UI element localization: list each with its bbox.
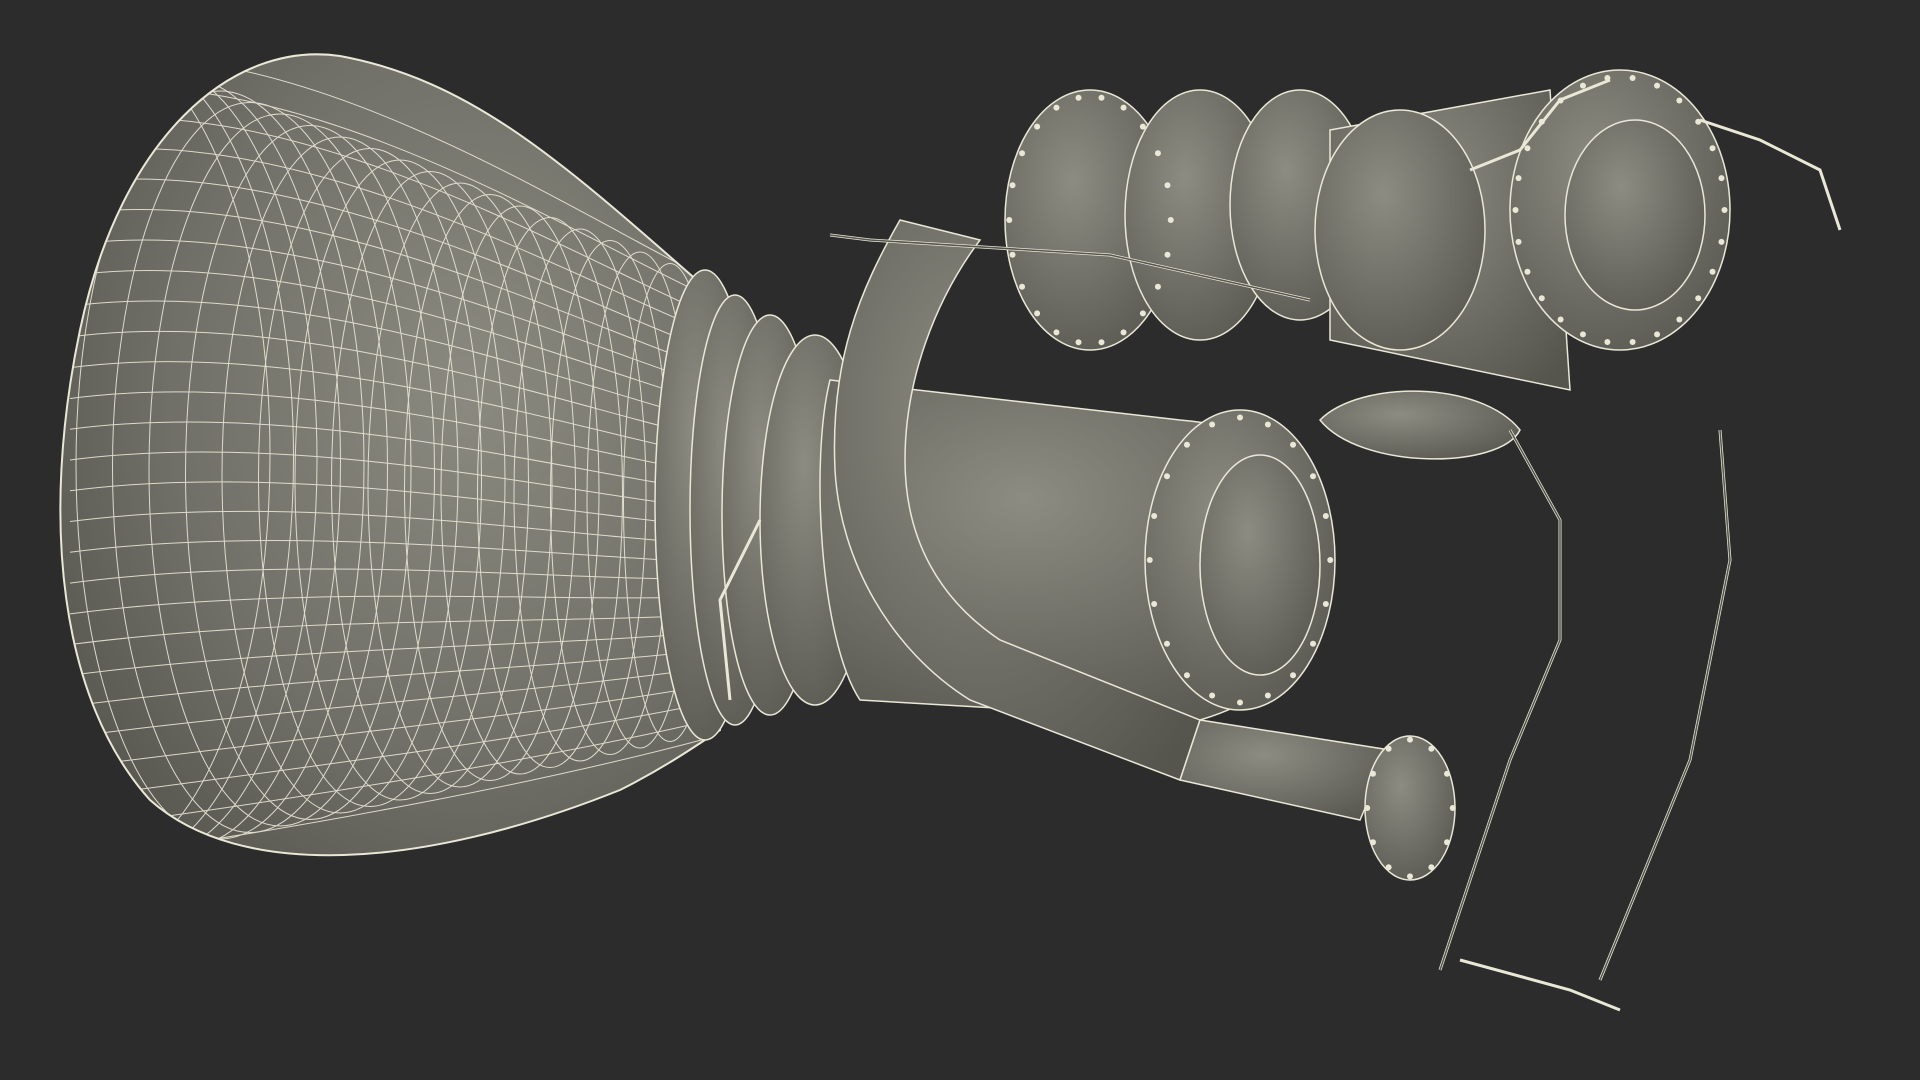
- bolt: [1075, 339, 1082, 346]
- bolt: [1604, 74, 1611, 81]
- bolt: [1515, 175, 1522, 182]
- bolt: [1310, 473, 1317, 480]
- bolt: [1019, 150, 1026, 157]
- bolt: [1163, 640, 1170, 647]
- bolt: [1290, 672, 1297, 679]
- bolt: [1654, 331, 1661, 338]
- bolt: [1167, 217, 1174, 223]
- bolt: [1139, 310, 1146, 317]
- bolt: [1524, 145, 1531, 152]
- bolt: [1721, 207, 1728, 213]
- bolt: [1654, 82, 1661, 89]
- bolt: [1695, 118, 1702, 125]
- bolt: [1120, 329, 1127, 336]
- bolt: [1209, 421, 1216, 428]
- bolt: [1407, 873, 1413, 880]
- bolt: [1009, 251, 1016, 258]
- bolt: [1428, 864, 1435, 871]
- bolt: [1154, 150, 1161, 157]
- bolt: [1718, 238, 1725, 245]
- engine-render: [59, 53, 1842, 1012]
- bolt: [1364, 805, 1371, 811]
- bolt: [1538, 118, 1545, 125]
- bolt: [1579, 82, 1586, 89]
- bolt: [1075, 94, 1082, 101]
- bolt: [1164, 251, 1171, 258]
- bolt: [1290, 441, 1297, 448]
- bolt: [1264, 692, 1271, 699]
- bolt: [1322, 601, 1329, 608]
- bolt: [1444, 839, 1451, 846]
- bolt: [1151, 512, 1158, 519]
- bolt: [1515, 238, 1522, 245]
- bolt: [1695, 295, 1702, 302]
- bolt: [1676, 97, 1683, 104]
- bolt: [1449, 805, 1456, 811]
- bolt: [1120, 104, 1127, 111]
- bolt: [1327, 557, 1334, 563]
- bolt: [1310, 640, 1317, 647]
- bolt: [1237, 699, 1243, 706]
- bolt: [1209, 692, 1216, 699]
- bolt: [1407, 736, 1413, 743]
- bolt: [1709, 145, 1716, 152]
- bolt: [1579, 331, 1586, 338]
- bolt: [1264, 421, 1271, 428]
- bolt: [1369, 770, 1376, 777]
- bolt: [1604, 339, 1611, 346]
- bolt: [1183, 672, 1190, 679]
- bolt: [1098, 339, 1105, 346]
- bolt: [1444, 770, 1451, 777]
- bolt: [1006, 217, 1013, 223]
- bolt: [1151, 601, 1158, 608]
- bolt: [1053, 104, 1060, 111]
- bolt: [1428, 745, 1435, 752]
- bolt: [1164, 182, 1171, 189]
- bolt: [1709, 268, 1716, 275]
- nozzle-bell: [59, 53, 722, 857]
- bolt: [1009, 182, 1016, 189]
- bolt: [1053, 329, 1060, 336]
- bolt: [1237, 414, 1243, 421]
- bolt: [1524, 268, 1531, 275]
- bolt: [1034, 310, 1041, 317]
- bolt: [1154, 283, 1161, 290]
- bolt: [1369, 839, 1376, 846]
- bolt: [1512, 207, 1519, 213]
- bolt: [1385, 745, 1392, 752]
- bolt: [1163, 473, 1170, 480]
- bolt: [1034, 123, 1041, 130]
- bolt: [1385, 864, 1392, 871]
- bolt: [1183, 441, 1190, 448]
- bolt: [1557, 316, 1564, 323]
- bolt: [1139, 123, 1146, 130]
- bolt: [1718, 175, 1725, 182]
- bolt: [1629, 339, 1636, 346]
- render-viewport: [0, 0, 1920, 1080]
- turbopump: [1004, 69, 1731, 460]
- bolt: [1538, 295, 1545, 302]
- bolt: [1676, 316, 1683, 323]
- bolt: [1098, 94, 1105, 101]
- bolt: [1019, 283, 1026, 290]
- bolt: [1322, 512, 1329, 519]
- bolt: [1629, 74, 1636, 81]
- bolt: [1557, 97, 1564, 104]
- bolt: [1146, 557, 1153, 563]
